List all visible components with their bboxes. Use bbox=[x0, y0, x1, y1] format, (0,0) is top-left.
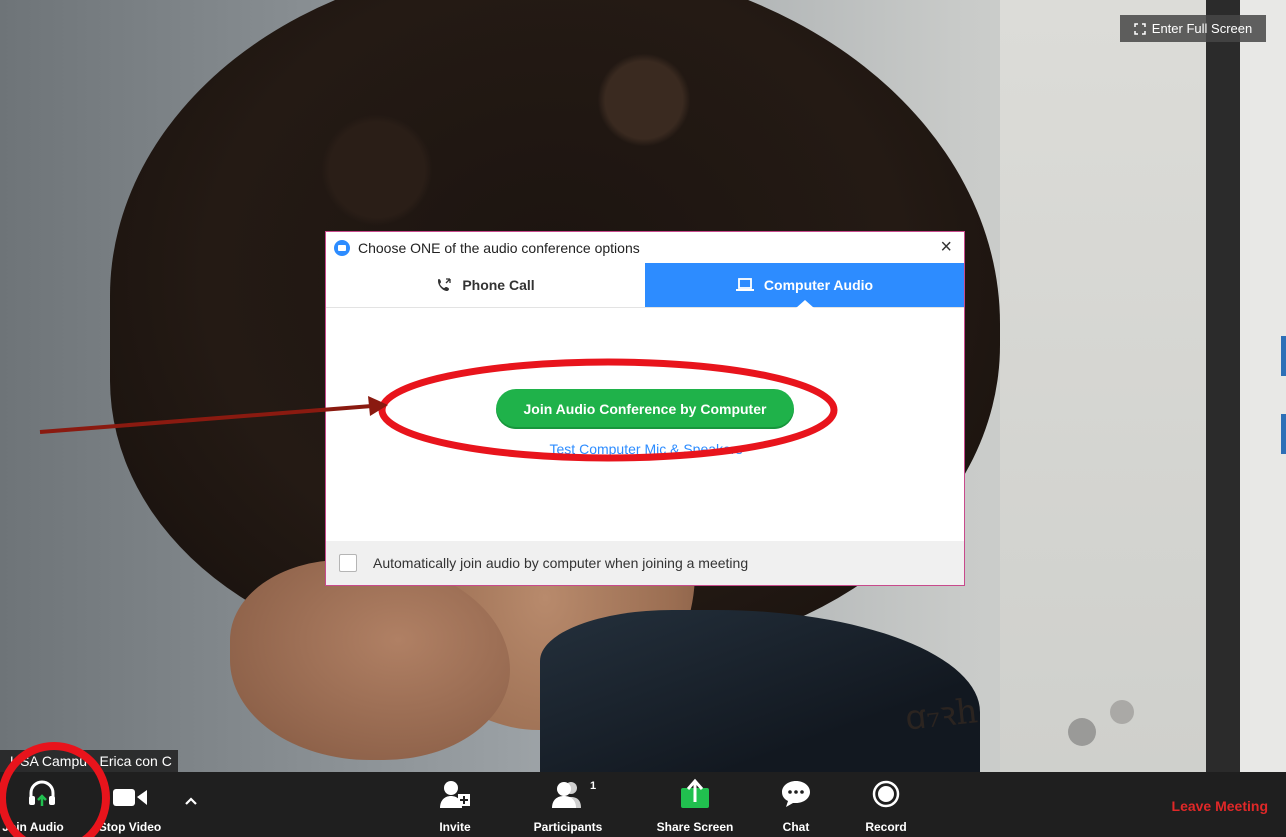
tab-computer-audio[interactable]: Computer Audio bbox=[645, 263, 964, 308]
tab-phone-call-label: Phone Call bbox=[462, 277, 535, 293]
record-button[interactable]: Record bbox=[860, 772, 912, 837]
chevron-up-icon bbox=[185, 797, 197, 805]
magnet bbox=[1110, 700, 1134, 724]
dialog-title-bar: Choose ONE of the audio conference optio… bbox=[326, 232, 964, 263]
video-camera-icon bbox=[113, 789, 147, 806]
test-mic-speakers-link[interactable]: Test Computer Mic & Speakers bbox=[326, 441, 966, 457]
participant-name-tag: USA Campu - Erica con C bbox=[0, 750, 178, 772]
whiteboard-scribble: ꭤ₇ꝛh bbox=[903, 691, 980, 739]
audio-options-dialog: Choose ONE of the audio conference optio… bbox=[325, 231, 965, 586]
participants-count-badge: 1 bbox=[590, 780, 597, 792]
magnet bbox=[1068, 718, 1096, 746]
headphones-icon bbox=[29, 780, 55, 806]
join-audio-button[interactable]: Join Audio bbox=[0, 772, 84, 837]
record-icon bbox=[872, 780, 900, 808]
wall-edge bbox=[1240, 0, 1286, 772]
participants-icon bbox=[552, 782, 581, 808]
chat-button[interactable]: Chat bbox=[776, 772, 816, 837]
enter-full-screen-label: Enter Full Screen bbox=[1151, 21, 1253, 36]
participants-button[interactable]: Participants 1 bbox=[528, 772, 608, 837]
meeting-toolbar: Join Audio Stop Video Invite Participant… bbox=[0, 772, 1286, 837]
tab-phone-call[interactable]: Phone Call bbox=[326, 263, 645, 307]
invite-button[interactable]: Invite bbox=[430, 772, 480, 837]
leave-meeting-button[interactable]: Leave Meeting bbox=[1172, 798, 1268, 814]
stop-video-button[interactable]: Stop Video bbox=[98, 772, 162, 837]
person-jacket bbox=[540, 610, 980, 772]
auto-join-row: Automatically join audio by computer whe… bbox=[326, 541, 964, 585]
join-audio-label: Join Audio bbox=[2, 820, 64, 834]
share-screen-label: Share Screen bbox=[656, 820, 734, 834]
door-frame bbox=[1206, 0, 1240, 772]
stop-video-label: Stop Video bbox=[98, 820, 162, 834]
audio-tabs: Phone Call Computer Audio bbox=[326, 263, 964, 308]
enter-full-screen-button[interactable]: Enter Full Screen bbox=[1120, 15, 1266, 42]
dialog-title: Choose ONE of the audio conference optio… bbox=[358, 239, 640, 256]
record-label: Record bbox=[865, 820, 907, 834]
auto-join-label: Automatically join audio by computer whe… bbox=[373, 555, 749, 571]
share-screen-button[interactable]: Share Screen bbox=[652, 772, 738, 837]
chat-label: Chat bbox=[782, 820, 810, 834]
video-options-button[interactable] bbox=[180, 772, 202, 837]
join-audio-by-computer-button[interactable]: Join Audio Conference by Computer bbox=[496, 389, 794, 429]
phone-icon bbox=[438, 278, 451, 291]
wall-marker bbox=[1281, 414, 1286, 454]
wall-marker bbox=[1281, 336, 1286, 376]
tab-computer-audio-label: Computer Audio bbox=[763, 277, 874, 293]
participants-label: Participants bbox=[533, 820, 603, 834]
auto-join-checkbox[interactable] bbox=[339, 554, 357, 572]
fullscreen-icon bbox=[1134, 22, 1146, 35]
invite-label: Invite bbox=[439, 820, 471, 834]
close-icon[interactable]: × bbox=[940, 236, 952, 259]
share-screen-icon bbox=[681, 778, 709, 808]
laptop-icon bbox=[735, 278, 754, 291]
chat-bubble-icon bbox=[782, 781, 810, 807]
zoom-logo-icon bbox=[334, 239, 350, 256]
invite-icon bbox=[440, 781, 470, 808]
